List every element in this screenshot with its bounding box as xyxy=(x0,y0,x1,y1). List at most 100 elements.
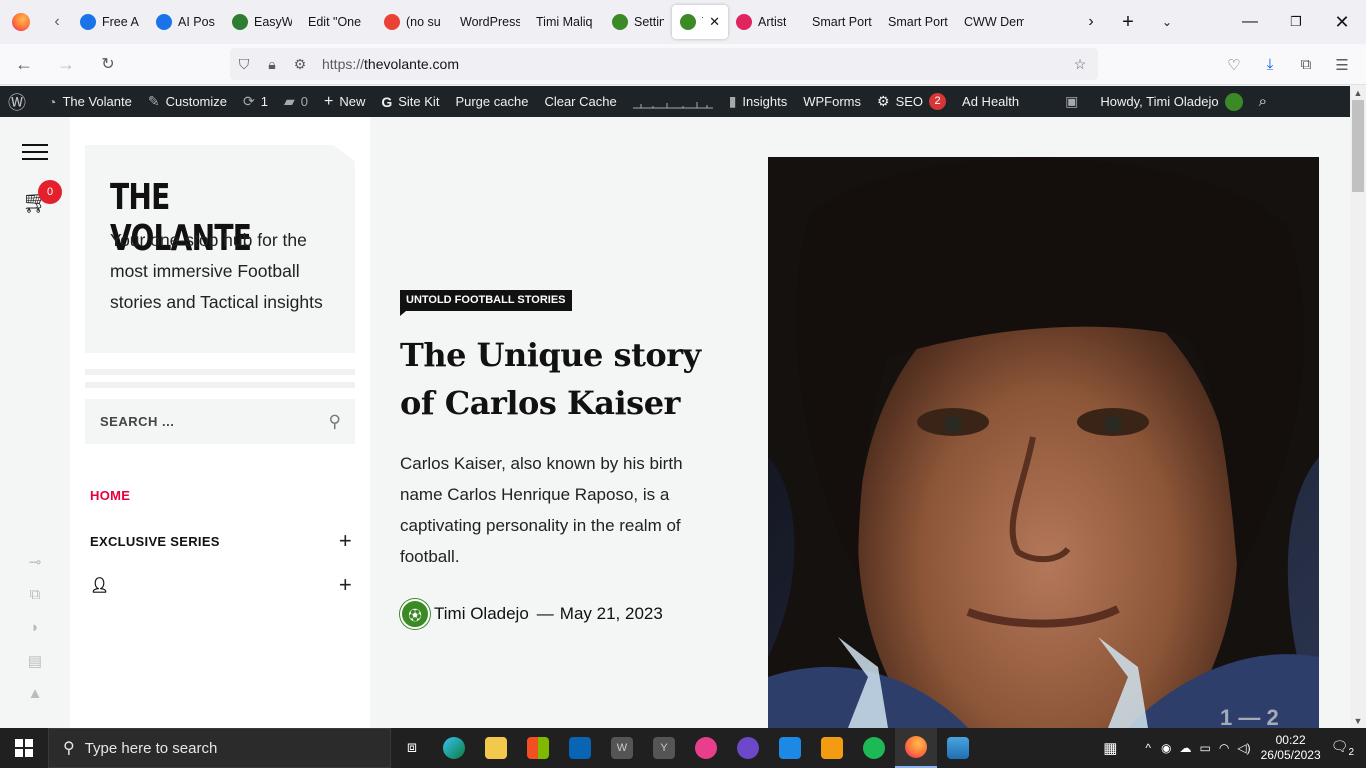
downloads-icon[interactable]: ⤓ xyxy=(1255,44,1285,85)
url-text[interactable]: https://thevolante.com xyxy=(322,56,459,72)
tracking-shield-icon[interactable]: ⛉ xyxy=(230,56,258,73)
admin-wpforms[interactable]: WPForms xyxy=(795,86,869,117)
reload-icon[interactable]: ↻ xyxy=(90,48,126,80)
document-icon[interactable]: ▤ xyxy=(26,652,44,670)
restore-window-icon[interactable]: ❐ xyxy=(1278,0,1314,44)
admin-site-kit[interactable]: G Site Kit xyxy=(373,86,447,117)
mail-icon[interactable] xyxy=(559,728,601,768)
task-view-icon[interactable]: ⧈ xyxy=(391,728,433,768)
slider-pager[interactable]: 1 — 2 xyxy=(1220,705,1279,728)
admin-stats-sparkline[interactable] xyxy=(625,86,721,117)
media-player-icon[interactable] xyxy=(811,728,853,768)
battery-icon[interactable]: ▭ xyxy=(1200,741,1211,755)
browser-tab[interactable]: WordPress xyxy=(452,5,528,39)
admin-insights[interactable]: ▮ Insights xyxy=(721,86,796,117)
browser-tab[interactable]: CWW Dem xyxy=(956,5,1032,39)
admin-customize[interactable]: ✎ Customize xyxy=(140,86,235,117)
tray-chevron-icon[interactable]: ^ xyxy=(1145,741,1151,755)
author-name[interactable]: Timi Oladejo xyxy=(434,604,529,624)
store-icon[interactable] xyxy=(517,728,559,768)
admin-howdy[interactable]: Howdy, Timi Oladejo xyxy=(1092,86,1250,117)
back-icon[interactable]: ← xyxy=(6,48,42,80)
bookmark-star-icon[interactable]: ☆ xyxy=(1066,56,1094,73)
address-bar[interactable]: ⛉ 🔒︎ ⚙︎ https://thevolante.com ☆ xyxy=(230,48,1098,80)
author-avatar[interactable]: ⚽︎ xyxy=(400,599,430,629)
admin-updates[interactable]: ⟳ 1 xyxy=(235,86,276,117)
copy-icon[interactable]: ⧉ xyxy=(26,586,44,604)
ds-app-icon[interactable] xyxy=(685,728,727,768)
photos-icon[interactable] xyxy=(937,728,979,768)
teams-cat-icon[interactable] xyxy=(727,728,769,768)
scroll-top-icon[interactable]: ▲ xyxy=(26,685,44,703)
browser-tab[interactable]: EasyW xyxy=(224,5,300,39)
browser-tab[interactable]: Edit "One xyxy=(300,5,376,39)
app-menu-icon[interactable]: ☰ xyxy=(1327,44,1357,85)
list-all-tabs-icon[interactable]: ⌄ xyxy=(1152,0,1182,44)
admin-purge-cache[interactable]: Purge cache xyxy=(447,86,536,117)
reader-icon[interactable]: ◗ xyxy=(26,619,44,637)
search-input[interactable]: SEARCH ... ⚲ xyxy=(85,399,355,444)
close-tab-icon[interactable]: ✕ xyxy=(709,14,720,30)
tab-scroll-right-icon[interactable]: › xyxy=(1076,0,1106,44)
word-app-icon[interactable]: W xyxy=(601,728,643,768)
spotify-icon[interactable] xyxy=(853,728,895,768)
taskbar-search-input[interactable]: ⚲ Type here to search xyxy=(48,728,391,768)
menu-item-exclusive-series[interactable]: EXCLUSIVE SERIES + xyxy=(90,528,352,554)
hamburger-menu-icon[interactable] xyxy=(22,144,48,160)
firefox-menu-icon[interactable] xyxy=(0,0,42,44)
admin-clear-cache[interactable]: Clear Cache xyxy=(536,86,624,117)
edge-icon[interactable] xyxy=(433,728,475,768)
pocket-icon[interactable]: ♡ xyxy=(1219,44,1249,85)
admin-notes-icon[interactable]: ▣ xyxy=(1057,86,1092,117)
menu-item-account[interactable]: 👤︎ + xyxy=(90,572,352,598)
wp-logo-icon[interactable]: Ⓦ xyxy=(0,86,40,117)
vscode-icon[interactable] xyxy=(769,728,811,768)
wifi-icon[interactable]: ◠ xyxy=(1219,741,1229,755)
minimize-window-icon[interactable]: — xyxy=(1232,0,1268,44)
permissions-icon[interactable]: ⚙︎ xyxy=(286,56,314,73)
browser-tab[interactable]: Timi Maliq xyxy=(528,5,604,39)
browser-tab[interactable]: The ✕ xyxy=(672,5,728,39)
admin-site-name[interactable]: ◔ The Volante xyxy=(40,86,140,117)
file-explorer-icon[interactable] xyxy=(475,728,517,768)
scroll-down-icon[interactable]: ▼ xyxy=(1350,716,1366,726)
yammer-app-icon[interactable]: Y xyxy=(643,728,685,768)
news-widget-icon[interactable]: ▦ xyxy=(1103,739,1117,757)
browser-tab[interactable]: (no su xyxy=(376,5,452,39)
scrollbar-thumb[interactable] xyxy=(1352,100,1364,192)
tab-scroll-left-icon[interactable]: ‹ xyxy=(42,0,72,44)
windows-start-icon[interactable] xyxy=(0,728,48,768)
featured-image[interactable] xyxy=(768,157,1319,728)
category-badge[interactable]: UNTOLD FOOTBALL STORIES xyxy=(400,290,572,316)
admin-ad-health[interactable]: Ad Health xyxy=(954,86,1027,117)
notification-center-icon[interactable]: 🗨︎2 xyxy=(1331,738,1354,758)
new-tab-icon[interactable]: + xyxy=(1112,0,1144,44)
clock[interactable]: 00:22 26/05/2023 xyxy=(1261,733,1321,763)
admin-seo[interactable]: ⚙ SEO 2 xyxy=(869,86,954,117)
scroll-up-icon[interactable]: ▲ xyxy=(1350,88,1366,98)
admin-comments[interactable]: ▰ 0 xyxy=(276,86,316,117)
browser-tab[interactable]: Artist xyxy=(728,5,804,39)
volume-icon[interactable]: ◁) xyxy=(1237,741,1250,755)
search-icon[interactable]: ⚲ xyxy=(329,412,341,432)
post-title[interactable]: The Unique story of Carlos Kaiser xyxy=(400,331,730,427)
menu-item-home[interactable]: HOME xyxy=(90,488,352,503)
browser-tab[interactable]: Smart Port xyxy=(880,5,956,39)
browser-tab[interactable]: AI Pos xyxy=(148,5,224,39)
page-scrollbar[interactable]: ▲ ▼ xyxy=(1350,86,1366,728)
onedrive-icon[interactable]: ☁ xyxy=(1180,741,1192,755)
browser-tab[interactable]: Smart Port xyxy=(804,5,880,39)
pin-icon[interactable]: ⊸ xyxy=(26,553,44,571)
firefox-taskbar-icon[interactable] xyxy=(895,728,937,768)
admin-search-icon[interactable]: ⌕ xyxy=(1251,86,1275,117)
browser-tab[interactable]: Free A xyxy=(72,5,148,39)
meet-now-icon[interactable]: ◉ xyxy=(1161,741,1171,755)
expand-plus-icon[interactable]: + xyxy=(339,528,352,554)
forward-icon[interactable]: → xyxy=(48,48,84,80)
browser-tab[interactable]: Settin xyxy=(604,5,672,39)
expand-plus-icon[interactable]: + xyxy=(339,572,352,598)
extensions-icon[interactable]: ⧉ xyxy=(1291,44,1321,85)
lock-icon[interactable]: 🔒︎ xyxy=(258,56,286,73)
close-window-icon[interactable]: ✕ xyxy=(1324,0,1360,44)
admin-new[interactable]: + New xyxy=(316,86,373,117)
